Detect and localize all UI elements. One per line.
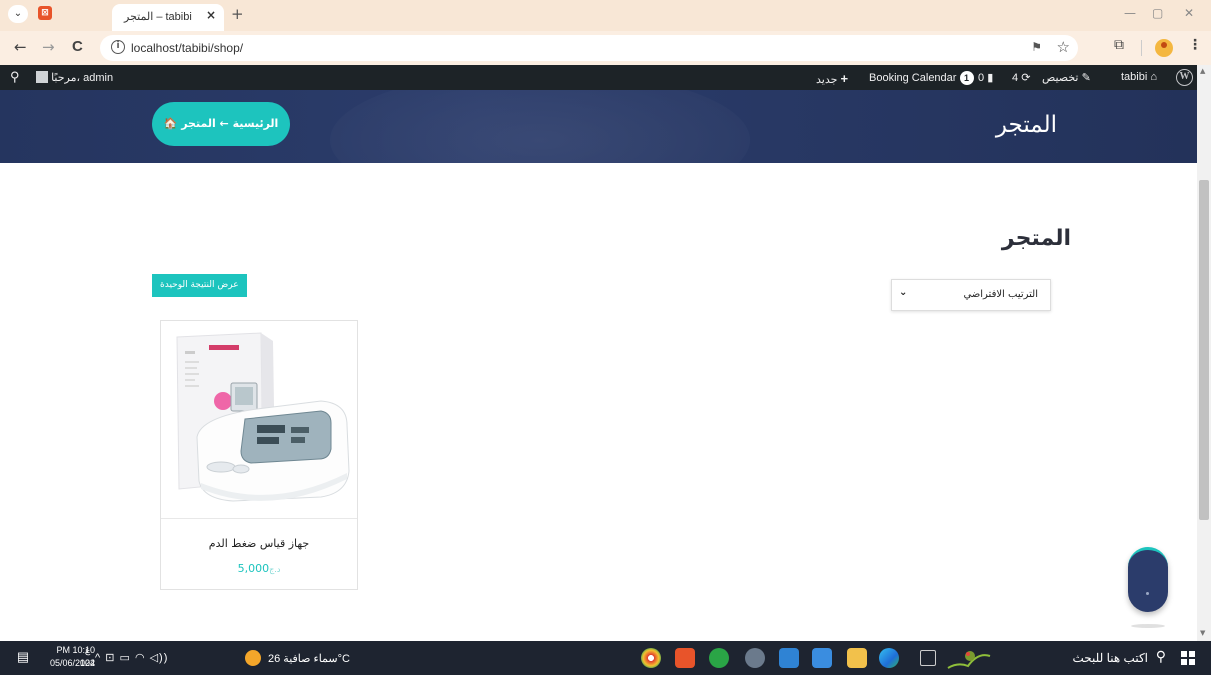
comments-count: 0 — [978, 72, 985, 84]
tab-search-menu-icon[interactable]: ⌄ — [8, 5, 28, 23]
comments-link[interactable]: 0 ▮ — [978, 71, 993, 84]
brush-icon: ✎ — [1081, 72, 1091, 84]
system-tray-icons[interactable]: ^ ⊡ ▭ ◠ ◁)) — [95, 651, 168, 664]
new-label: جديد — [816, 74, 838, 86]
utorrent-icon[interactable] — [709, 648, 729, 668]
admin-search-icon[interactable]: ⚲ — [10, 69, 20, 85]
price-currency: د.ج — [269, 565, 281, 574]
clock-date: 05/06/2024 — [50, 658, 96, 668]
sort-order-select[interactable]: الترتيب الافتراضي ⌄ — [891, 279, 1051, 311]
product-card[interactable]: جهاز قياس ضغط الدم 5,000د.ج — [160, 320, 358, 590]
booking-calendar-label: Booking Calendar — [869, 72, 957, 84]
windows-taskbar: ⚲ اكتب هنا للبحث سماء صافية 26°C ^ ⊡ ▭ ◠… — [0, 641, 1211, 675]
scroll-up-arrow-icon[interactable]: ▲ — [1200, 67, 1205, 75]
sort-selected-label: الترتيب الافتراضي — [963, 289, 1038, 300]
site-name-link[interactable]: tabibi ⌂ — [1121, 71, 1157, 83]
dashboard-icon: ⌂ — [1150, 71, 1158, 83]
price-value: 5,000 — [237, 562, 270, 575]
booking-badge: 1 — [959, 71, 974, 85]
chevron-down-icon: ⌄ — [899, 287, 908, 298]
admin-account-link[interactable]: مرحبًا، admin — [36, 71, 113, 84]
user-avatar-icon — [36, 71, 48, 83]
tab-close-icon[interactable]: × — [206, 8, 216, 22]
blood-pressure-monitor-image — [176, 332, 350, 502]
mail-icon[interactable] — [779, 648, 799, 668]
weather-sun-icon[interactable] — [245, 650, 261, 666]
button-dot-icon — [1146, 592, 1149, 595]
customize-label: تخصيص — [1042, 72, 1079, 84]
page-title: المتجر — [1001, 226, 1071, 251]
product-price: 5,000د.ج — [161, 562, 357, 575]
booking-calendar-link[interactable]: Booking Calendar 1 — [869, 71, 974, 85]
browser-tab-strip: ⌄ ⊠ المتجر – tabibi × + — ▢ ✕ — [0, 0, 1211, 31]
store-icon[interactable] — [812, 648, 832, 668]
url-text[interactable]: localhost/tabibi/shop/ — [131, 41, 243, 55]
taskbar-search-icon[interactable]: ⚲ — [1156, 648, 1166, 665]
address-bar[interactable]: i localhost/tabibi/shop/ ⚑ ☆ — [100, 35, 1078, 61]
browser-toolbar: ← → C i localhost/tabibi/shop/ ⚑ ☆ — [0, 31, 1211, 65]
edge-browser-icon[interactable] — [879, 648, 899, 668]
profile-avatar-icon[interactable] — [1155, 39, 1173, 57]
product-image[interactable] — [161, 321, 357, 519]
site-info-icon[interactable]: i — [111, 40, 125, 54]
reload-button[interactable]: C — [72, 38, 83, 55]
comment-icon: ▮ — [987, 72, 994, 84]
minimize-button[interactable]: — — [1124, 6, 1136, 20]
tab-title: المتجر – tabibi — [124, 11, 192, 23]
maximize-button[interactable]: ▢ — [1152, 6, 1163, 20]
browser-tab[interactable]: المتجر – tabibi × — [112, 4, 224, 31]
site-name-label: tabibi — [1121, 71, 1148, 83]
wp-admin-bar: ⚲ مرحبًا، admin جديد + Booking Calendar … — [0, 65, 1197, 90]
customize-link[interactable]: تخصيص ✎ — [1042, 71, 1091, 84]
clock-time: PM 10:10 — [56, 645, 96, 655]
xampp-icon[interactable] — [675, 648, 695, 668]
result-count: عرض النتيجة الوحيدة — [152, 274, 247, 297]
hero-title: المتجر — [995, 112, 1057, 138]
browser-menu-icon[interactable]: ⋮ — [1188, 37, 1202, 53]
plus-icon: + — [840, 71, 849, 86]
translate-icon[interactable]: ⚑ — [1031, 40, 1042, 54]
weather-text[interactable]: سماء صافية 26°C — [268, 652, 350, 665]
notification-center-icon[interactable]: ▤ — [14, 649, 32, 667]
updates-icon: ⟳ — [1021, 72, 1031, 84]
app-icon[interactable] — [745, 648, 765, 668]
scroll-down-arrow-icon[interactable]: ▼ — [1200, 629, 1205, 637]
task-view-icon[interactable] — [920, 650, 936, 666]
product-title[interactable]: جهاز قياس ضغط الدم — [161, 537, 357, 550]
wordpress-logo-icon[interactable]: W — [1176, 69, 1193, 86]
taskbar-clock[interactable]: PM 10:10 05/06/2024 — [50, 644, 95, 670]
toolbar-divider — [1141, 40, 1142, 56]
chrome-icon[interactable] — [641, 648, 661, 668]
updates-count: 4 — [1012, 72, 1019, 84]
back-button[interactable]: ← — [14, 38, 27, 56]
page-scrollbar[interactable]: ▲ ▼ — [1197, 65, 1211, 641]
scrollbar-thumb[interactable] — [1199, 180, 1209, 520]
forward-button[interactable]: → — [42, 38, 55, 56]
hero-decoration — [330, 90, 750, 163]
file-explorer-icon[interactable] — [847, 648, 867, 668]
close-window-button[interactable]: ✕ — [1184, 6, 1194, 20]
extensions-icon[interactable]: ⧉ — [1114, 37, 1124, 53]
new-tab-button[interactable]: + — [231, 5, 244, 23]
admin-new-link[interactable]: جديد + — [816, 71, 848, 86]
bookmark-star-icon[interactable]: ☆ — [1057, 38, 1070, 56]
taskbar-search-input[interactable]: اكتب هنا للبحث — [1072, 651, 1148, 665]
button-shadow — [1131, 624, 1165, 628]
floating-contact-button[interactable] — [1128, 547, 1168, 612]
windows-start-icon[interactable] — [1181, 651, 1195, 665]
admin-greeting: مرحبًا، admin — [51, 72, 114, 84]
search-highlight-bird-icon — [947, 651, 991, 669]
pinned-app-icon[interactable]: ⊠ — [38, 6, 52, 20]
page-hero-banner: المتجر 🏠 الرئيسية ← المتجر — [0, 90, 1197, 163]
updates-link[interactable]: 4 ⟳ — [1012, 71, 1030, 84]
breadcrumb[interactable]: 🏠 الرئيسية ← المتجر — [152, 102, 290, 146]
